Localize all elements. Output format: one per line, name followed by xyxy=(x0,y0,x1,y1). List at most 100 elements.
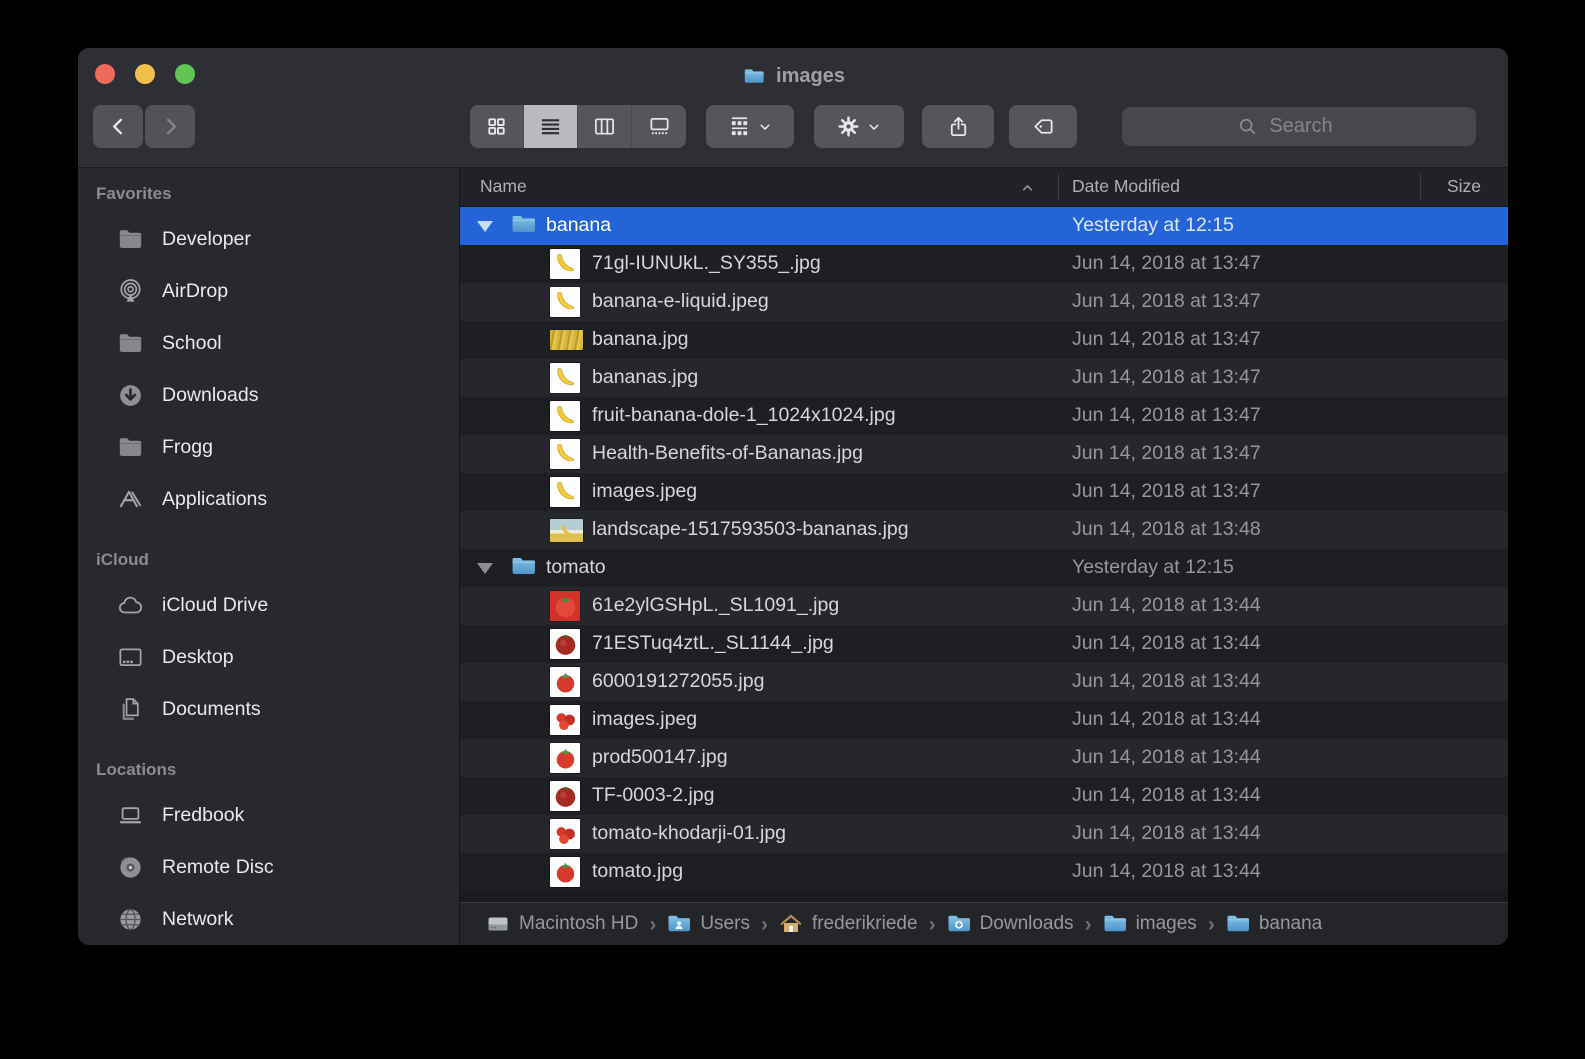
table-row[interactable]: 6000191272055.jpgJun 14, 2018 at 13:44 xyxy=(460,663,1508,701)
file-thumbnail xyxy=(550,667,580,697)
folder-users-icon xyxy=(667,912,691,936)
chevron-down-icon xyxy=(867,120,881,134)
cloud-icon xyxy=(114,592,146,619)
date-modified: Jun 14, 2018 at 13:44 xyxy=(1072,632,1261,655)
table-row[interactable]: bananaYesterday at 12:15 xyxy=(460,207,1508,245)
column-header-date-modified[interactable]: Date Modified xyxy=(1072,176,1180,197)
file-thumbnail xyxy=(550,439,580,469)
group-by-button[interactable] xyxy=(706,105,794,148)
table-row[interactable]: tomato-khodarji-01.jpgJun 14, 2018 at 13… xyxy=(460,815,1508,853)
path-item-label: Downloads xyxy=(980,913,1074,935)
path-item-frederikriede[interactable]: frederikriede xyxy=(779,912,918,936)
list-header: Name Date Modified Size xyxy=(460,168,1508,207)
table-row[interactable]: TF-0003-2.jpgJun 14, 2018 at 13:44 xyxy=(460,777,1508,815)
sidebar-item-school[interactable]: School xyxy=(78,317,459,369)
globe-icon xyxy=(114,906,146,933)
column-view-icon xyxy=(593,115,616,138)
column-view-button[interactable] xyxy=(578,105,632,148)
file-thumbnail xyxy=(550,401,580,431)
table-row[interactable]: 71ESTuq4ztL._SL1144_.jpg Jun 14, 2018 at … xyxy=(460,625,1508,663)
path-item-images[interactable]: images xyxy=(1103,912,1197,936)
disclosure-triangle-icon[interactable] xyxy=(477,221,493,232)
table-row[interactable]: tomatoYesterday at 12:15 xyxy=(460,549,1508,587)
sidebar-item-network[interactable]: Network xyxy=(78,893,459,945)
table-row[interactable]: images.jpegJun 14, 2018 at 13:44 xyxy=(460,701,1508,739)
file-name: Health-Benefits-of-Bananas.jpg xyxy=(592,442,863,465)
share-icon xyxy=(947,115,970,138)
tag-button[interactable] xyxy=(1009,105,1077,148)
date-modified: Jun 14, 2018 at 13:44 xyxy=(1072,784,1261,807)
table-row[interactable]: Health-Benefits-of-Bananas.jpg Jun 14, 20… xyxy=(460,435,1508,473)
column-header-name[interactable]: Name xyxy=(480,176,527,197)
window-title: images xyxy=(78,62,1508,90)
back-button[interactable] xyxy=(93,105,143,148)
action-menu-button[interactable] xyxy=(814,105,904,148)
date-modified: Jun 14, 2018 at 13:47 xyxy=(1072,442,1261,465)
sidebar-item-developer[interactable]: Developer xyxy=(78,213,459,265)
file-list-pane: Name Date Modified Size bananaYesterday … xyxy=(460,168,1508,945)
file-thumbnail xyxy=(550,330,583,350)
folder-icon xyxy=(114,226,146,253)
file-name: 71ESTuq4ztL._SL1144_.jpg xyxy=(592,632,834,655)
table-row[interactable]: 71gl-IUNUkL._SY355_.jpgJun 14, 2018 at 1… xyxy=(460,245,1508,283)
file-thumbnail xyxy=(550,477,580,507)
list-view-button[interactable] xyxy=(524,105,578,148)
sidebar-item-label: Applications xyxy=(162,488,267,511)
date-modified: Jun 14, 2018 at 13:47 xyxy=(1072,404,1261,427)
search-field xyxy=(1122,107,1476,146)
table-row[interactable]: fruit-banana-dole-1_1024x1024.jpgJun 14,… xyxy=(460,397,1508,435)
table-row[interactable]: landscape-1517593503-bananas.jpgJun 14, … xyxy=(460,511,1508,549)
file-thumbnail xyxy=(550,591,580,621)
path-item-users[interactable]: Users xyxy=(667,912,750,936)
chevron-down-icon xyxy=(758,120,772,134)
sidebar-item-documents[interactable]: Documents xyxy=(78,683,459,735)
sidebar-item-label: Downloads xyxy=(162,384,258,407)
share-button[interactable] xyxy=(922,105,994,148)
path-item-macintosh-hd[interactable]: Macintosh HD xyxy=(486,912,638,936)
column-header-size[interactable]: Size xyxy=(1447,176,1481,197)
sidebar-item-label: Remote Disc xyxy=(162,856,274,879)
column-divider[interactable] xyxy=(1058,174,1059,200)
file-name: tomato xyxy=(546,556,606,579)
folder-icon xyxy=(114,330,146,357)
file-thumbnail xyxy=(550,743,580,773)
gallery-view-button[interactable] xyxy=(632,105,686,148)
column-divider[interactable] xyxy=(1420,174,1421,200)
finder-window: images xyxy=(78,48,1508,945)
sidebar-item-airdrop[interactable]: AirDrop xyxy=(78,265,459,317)
table-row[interactable]: banana.jpgJun 14, 2018 at 13:47 xyxy=(460,321,1508,359)
icon-view-icon xyxy=(485,115,508,138)
table-row[interactable]: images.jpegJun 14, 2018 at 13:47 xyxy=(460,473,1508,511)
search-input[interactable] xyxy=(1122,107,1480,146)
laptop-icon xyxy=(114,802,146,829)
file-name: banana xyxy=(546,214,611,237)
folder-icon xyxy=(509,212,538,237)
table-row[interactable]: bananas.jpgJun 14, 2018 at 13:47 xyxy=(460,359,1508,397)
path-item-label: banana xyxy=(1259,913,1322,935)
table-row[interactable]: banana-e-liquid.jpegJun 14, 2018 at 13:4… xyxy=(460,283,1508,321)
sidebar-item-downloads[interactable]: Downloads xyxy=(78,369,459,421)
sidebar-item-remote-disc[interactable]: Remote Disc xyxy=(78,841,459,893)
date-modified: Jun 14, 2018 at 13:47 xyxy=(1072,366,1261,389)
sidebar-item-fredbook[interactable]: Fredbook xyxy=(78,789,459,841)
icon-view-button[interactable] xyxy=(470,105,524,148)
file-name: tomato-khodarji-01.jpg xyxy=(592,822,786,845)
sidebar-item-applications[interactable]: Applications xyxy=(78,473,459,525)
table-row[interactable]: prod500147.jpgJun 14, 2018 at 13:44 xyxy=(460,739,1508,777)
table-row[interactable]: 61e2ylGSHpL._SL1091_.jpgJun 14, 2018 at … xyxy=(460,587,1508,625)
table-row[interactable]: tomato.jpgJun 14, 2018 at 13:44 xyxy=(460,853,1508,891)
path-item-downloads[interactable]: Downloads xyxy=(947,912,1074,936)
file-name: banana.jpg xyxy=(592,328,689,351)
sidebar-item-desktop[interactable]: Desktop xyxy=(78,631,459,683)
path-item-banana[interactable]: banana xyxy=(1226,912,1322,936)
forward-button[interactable] xyxy=(145,105,195,148)
disclosure-triangle-icon[interactable] xyxy=(477,563,493,574)
desktop-icon xyxy=(114,644,146,671)
sort-ascending-icon xyxy=(1020,180,1035,195)
home-icon xyxy=(779,912,803,936)
hard-drive-icon xyxy=(486,912,510,936)
sidebar-item-frogg[interactable]: Frogg xyxy=(78,421,459,473)
sidebar-item-icloud-drive[interactable]: iCloud Drive xyxy=(78,579,459,631)
date-modified: Jun 14, 2018 at 13:47 xyxy=(1072,290,1261,313)
file-thumbnail xyxy=(550,857,580,887)
